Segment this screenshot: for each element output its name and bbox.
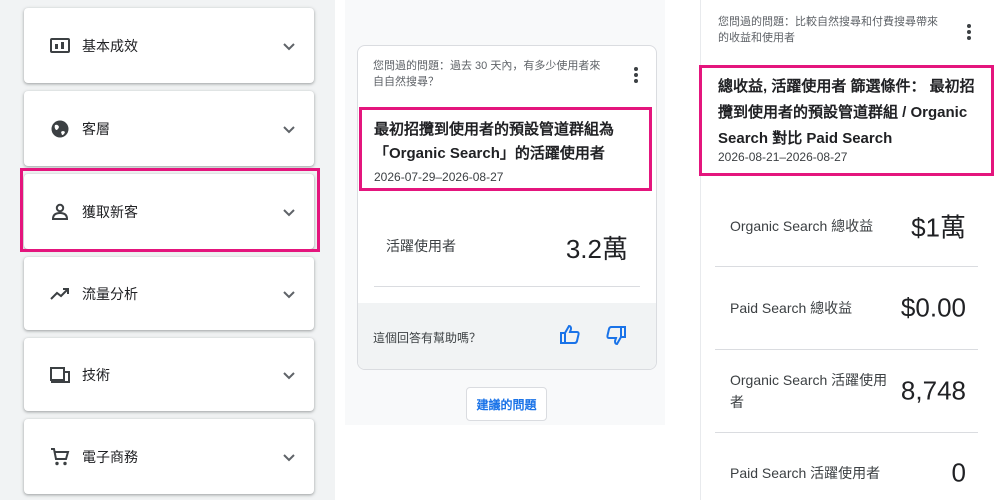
metric-value: 3.2萬 <box>565 234 628 264</box>
nav-item-label: 電子商務 <box>82 448 138 465</box>
metric-row: Organic Search 總收益 $1萬 <box>715 185 978 267</box>
chevron-down-icon <box>282 450 296 464</box>
nav-item-label: 獲取新客 <box>82 203 138 220</box>
divider <box>374 286 640 287</box>
metric-row: Paid Search 總收益 $0.00 <box>715 267 978 350</box>
insight-title: 最初招攬到使用者的預設管道群組為「Organic Search」的活躍使用者 <box>374 121 615 162</box>
metric-row: Organic Search 活躍使用者 8,748 <box>715 350 978 433</box>
metric-value: 8,748 <box>900 375 966 406</box>
date-range: 2026-07-29–2026-08-27 <box>374 170 504 184</box>
metric-row: Paid Search 活躍使用者 0 <box>715 433 978 500</box>
asked-question: 您問過的問題：比較自然搜尋和付費搜尋帶來的收益和使用者 <box>718 16 938 44</box>
metric-label: 活躍使用者 <box>386 238 456 254</box>
chevron-down-icon <box>282 205 296 219</box>
metric-value: 0 <box>951 457 966 488</box>
devices-icon <box>50 365 70 385</box>
metric-value: $0.00 <box>900 292 966 323</box>
feedback-section: 這個回答有幫助嗎？ <box>358 303 656 369</box>
trending-up-icon <box>50 284 70 304</box>
nav-item-ecommerce[interactable]: 電子商務 <box>24 419 314 494</box>
report-nav-panel: 基本成效 客層 獲取新客 流量分析 技術 電子商務 <box>0 0 335 500</box>
insight-panel: 您問過的問題：過去 30 天內，有多少使用者來自自然搜尋？ 最初招攬到使用者的預… <box>345 0 665 425</box>
shopping-cart-icon <box>50 447 70 467</box>
insight-card: 您問過的問題：過去 30 天內，有多少使用者來自自然搜尋？ 最初招攬到使用者的預… <box>357 45 657 370</box>
thumbs-up-icon[interactable] <box>558 323 582 347</box>
nav-item-label: 客層 <box>82 120 110 137</box>
chevron-down-icon <box>282 39 296 53</box>
person-icon <box>50 202 70 222</box>
nav-item-label: 技術 <box>82 366 110 383</box>
more-options-icon[interactable] <box>961 21 977 43</box>
nav-item-label: 基本成效 <box>82 37 138 54</box>
suggested-questions-button[interactable]: 建議的問題 <box>466 387 547 421</box>
metric-label: Paid Search 總收益 <box>730 300 853 316</box>
chevron-down-icon <box>282 122 296 136</box>
feedback-prompt: 這個回答有幫助嗎？ <box>373 331 482 345</box>
asked-question: 您問過的問題：過去 30 天內，有多少使用者來自自然搜尋？ <box>373 60 601 88</box>
nav-item-tech[interactable]: 技術 <box>24 338 314 411</box>
nav-item-label: 流量分析 <box>82 285 138 302</box>
date-range: 2026-08-21–2026-08-27 <box>718 150 848 164</box>
metric-label: Organic Search 總收益 <box>730 217 874 234</box>
chevron-down-icon <box>282 368 296 382</box>
thumbs-down-icon[interactable] <box>604 323 628 347</box>
nav-item-traffic[interactable]: 流量分析 <box>24 257 314 330</box>
chevron-down-icon <box>282 287 296 301</box>
nav-item-acquisition[interactable]: 獲取新客 <box>24 174 314 249</box>
nav-item-reports-snapshot[interactable]: 基本成效 <box>24 8 314 83</box>
comparison-title: 總收益, 活躍使用者 篩選條件： 最初招攬到使用者的預設管道群組 / Organ… <box>718 78 975 147</box>
metric-value: $1萬 <box>911 212 966 242</box>
more-options-icon[interactable] <box>628 64 644 86</box>
metric-label: Paid Search 活躍使用者 <box>730 465 881 481</box>
globe-icon <box>50 119 70 139</box>
nav-item-demographics[interactable]: 客層 <box>24 91 314 166</box>
metric-label: Organic Search 活躍使用者 <box>730 372 888 410</box>
reports-snapshot-icon <box>50 36 70 56</box>
